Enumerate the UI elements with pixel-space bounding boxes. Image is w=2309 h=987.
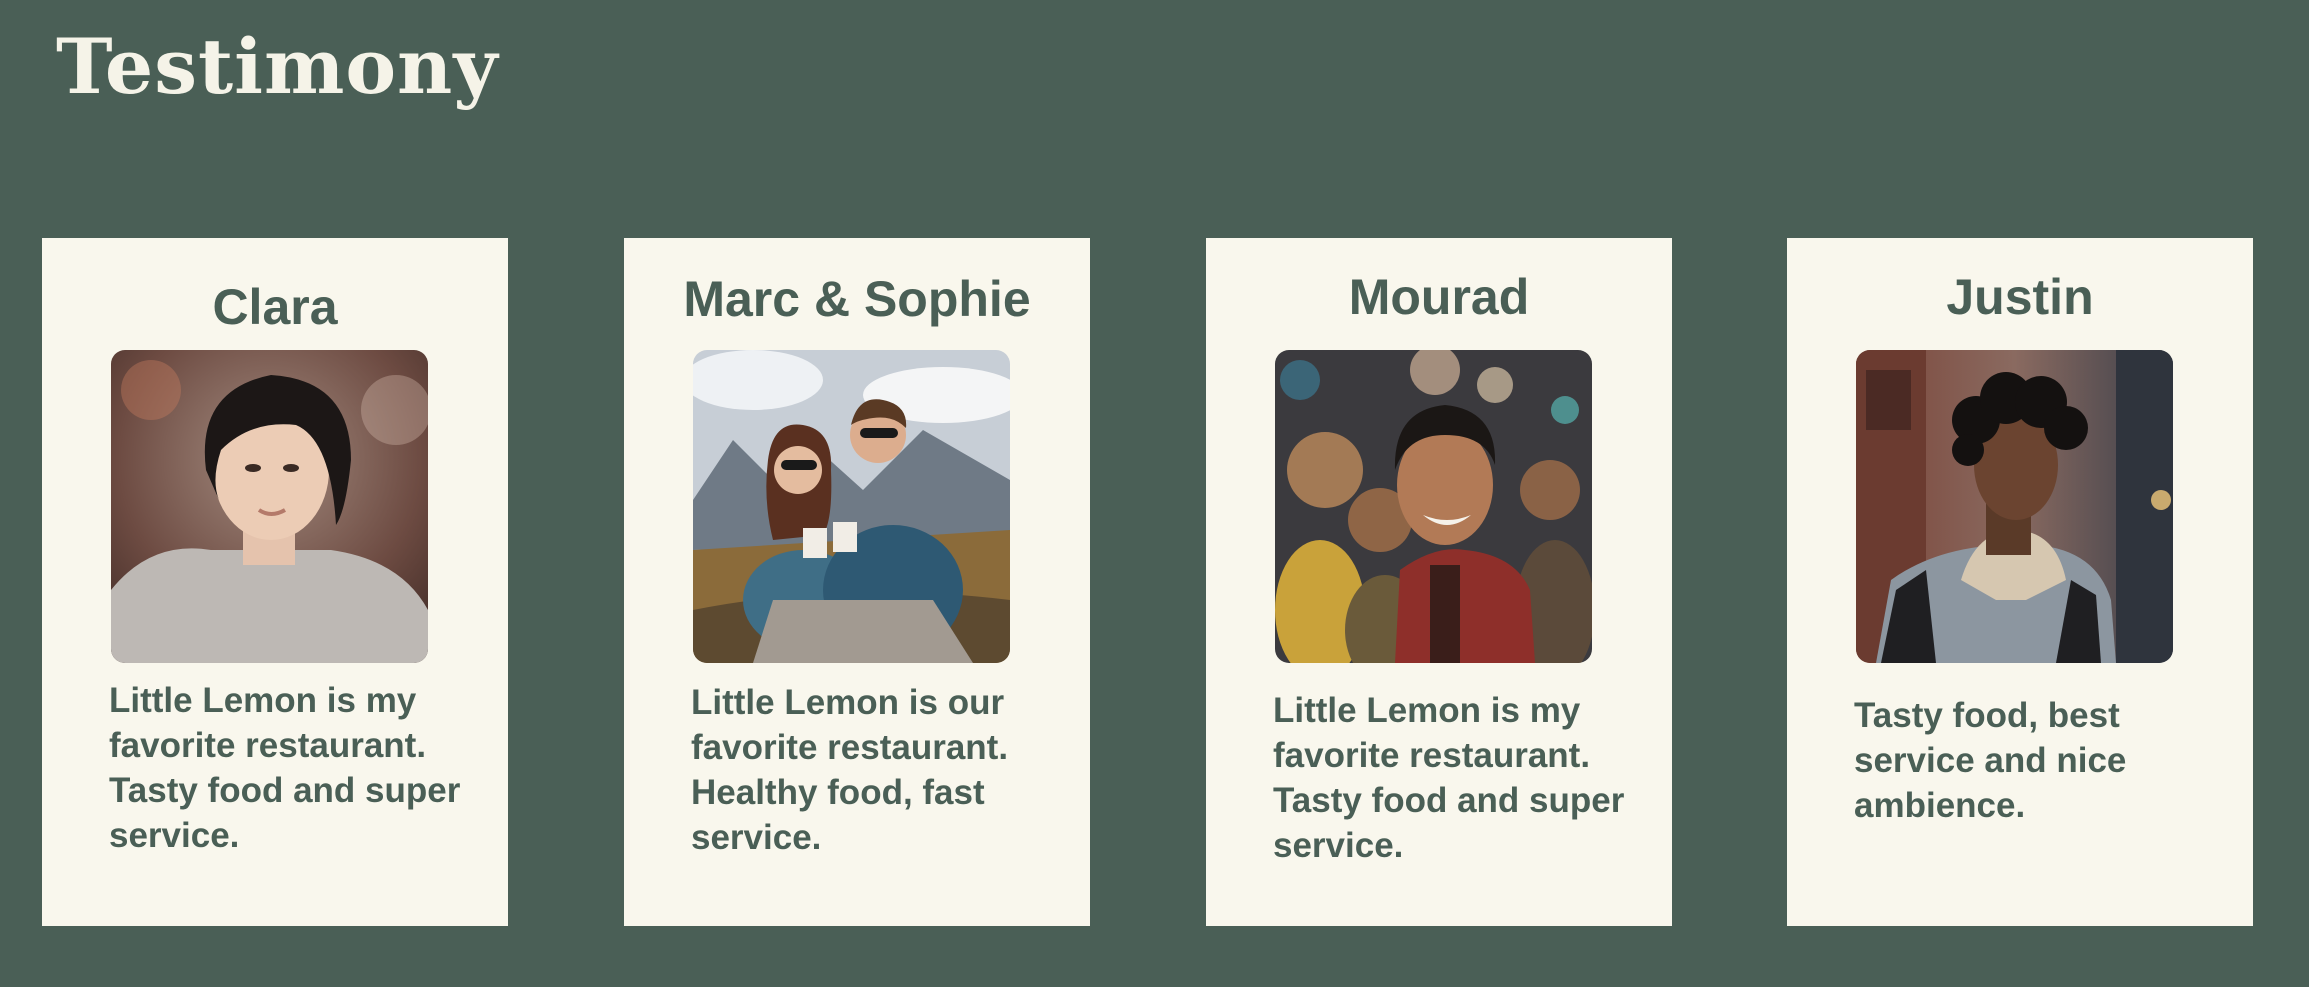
testimonial-card-justin: Justin Tasty food, best service and nice… xyxy=(1787,238,2253,926)
testimonial-photo-justin xyxy=(1856,350,2173,663)
testimonial-photo-marc-sophie xyxy=(693,350,1010,663)
section-title: Testimony xyxy=(56,22,499,111)
testimonial-name: Clara xyxy=(212,279,338,335)
testimonial-card-mourad: Mourad Little Lemon is my favorite resta… xyxy=(1206,238,1672,926)
testimonial-card-clara: Clara Little Lemon is my favorite restau… xyxy=(42,238,508,926)
testimonial-photo-mourad xyxy=(1275,350,1592,663)
testimonial-photo-clara xyxy=(111,350,428,663)
testimonial-quote: Little Lemon is my favorite restaurant. … xyxy=(1273,691,1625,865)
testimonial-quote: Little Lemon is our favorite restaurant.… xyxy=(691,683,1009,857)
testimonial-name: Marc & Sophie xyxy=(683,271,1031,327)
testimonial-name: Mourad xyxy=(1348,269,1530,325)
testimonial-card-marc-sophie: Marc & Sophie Little Lemon is our favori… xyxy=(624,238,1090,926)
testimonial-name: Justin xyxy=(1946,269,2094,325)
testimonial-quote: Tasty food, best service and nice ambien… xyxy=(1854,696,2127,825)
testimonial-quote: Little Lemon is my favorite restaurant. … xyxy=(109,681,461,855)
testimony-page: { "section": { "title": "Testimony" }, "… xyxy=(0,0,2309,987)
